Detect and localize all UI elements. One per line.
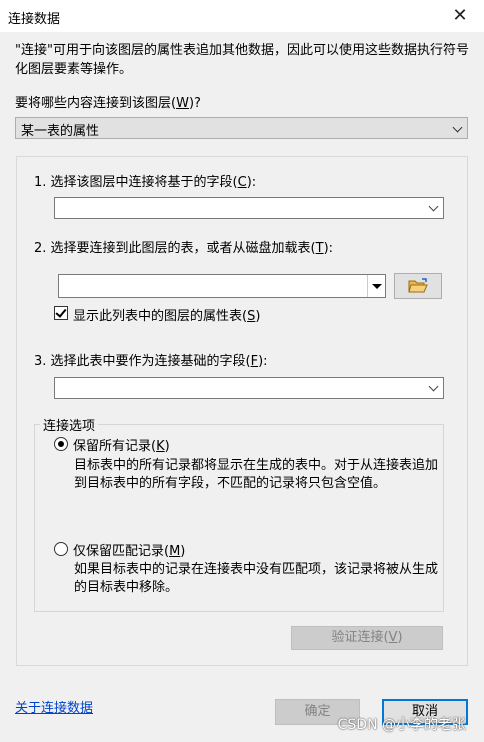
step3-label: 3. 选择此表中要作为连接基础的字段(F):	[34, 354, 268, 369]
join-type-value: 某一表的属性	[21, 124, 100, 139]
validate-join-button[interactable]: 验证连接(V)	[291, 626, 443, 650]
watermark: CSDN @小李的老张	[337, 717, 466, 733]
keep-matching-radio[interactable]	[54, 542, 68, 556]
close-icon[interactable]: ✕	[450, 6, 470, 26]
chevron-down-icon	[452, 122, 463, 133]
keep-matching-label: 仅保留匹配记录(M)	[73, 544, 186, 559]
join-type-dropdown[interactable]: 某一表的属性	[15, 117, 468, 139]
title-bar: 连接数据 ✕	[0, 0, 484, 32]
step1-label: 1. 选择该图层中连接将基于的字段(C):	[34, 175, 257, 190]
keep-all-radio[interactable]	[54, 437, 68, 451]
browse-table-button[interactable]	[394, 273, 442, 299]
keep-all-description: 目标表中的所有记录都将显示在生成的表中。对于从连接表追加到目标表中的所有字段，不…	[74, 458, 439, 491]
chevron-down-icon	[428, 201, 439, 212]
about-joining-link[interactable]: 关于连接数据	[15, 697, 93, 716]
join-options-legend: 连接选项	[40, 415, 99, 434]
join-what-label: 要将哪些内容连接到该图层(W)?	[15, 96, 201, 111]
folder-open-icon	[408, 278, 428, 293]
intro-text: "连接"可用于向该图层的属性表追加其他数据，因此可以使用这些数据执行符号化图层要…	[15, 43, 469, 77]
show-layers-label: 显示此列表中的图层的属性表(S)	[73, 309, 261, 324]
show-layers-checkbox[interactable]	[54, 306, 68, 320]
keep-matching-description: 如果目标表中的记录在连接表中没有匹配项，该记录将被从生成的目标表中移除。	[74, 562, 439, 595]
step2-label: 2. 选择要连接到此图层的表，或者从磁盘加载表(T):	[34, 241, 334, 256]
layer-field-dropdown[interactable]	[54, 197, 444, 219]
chevron-down-icon	[428, 381, 439, 392]
window-title: 连接数据	[8, 12, 61, 27]
join-table-combobox[interactable]	[58, 274, 386, 298]
keep-all-label: 保留所有记录(K)	[73, 439, 170, 454]
dropdown-arrow-icon[interactable]	[367, 275, 385, 297]
join-field-dropdown[interactable]	[54, 377, 444, 399]
